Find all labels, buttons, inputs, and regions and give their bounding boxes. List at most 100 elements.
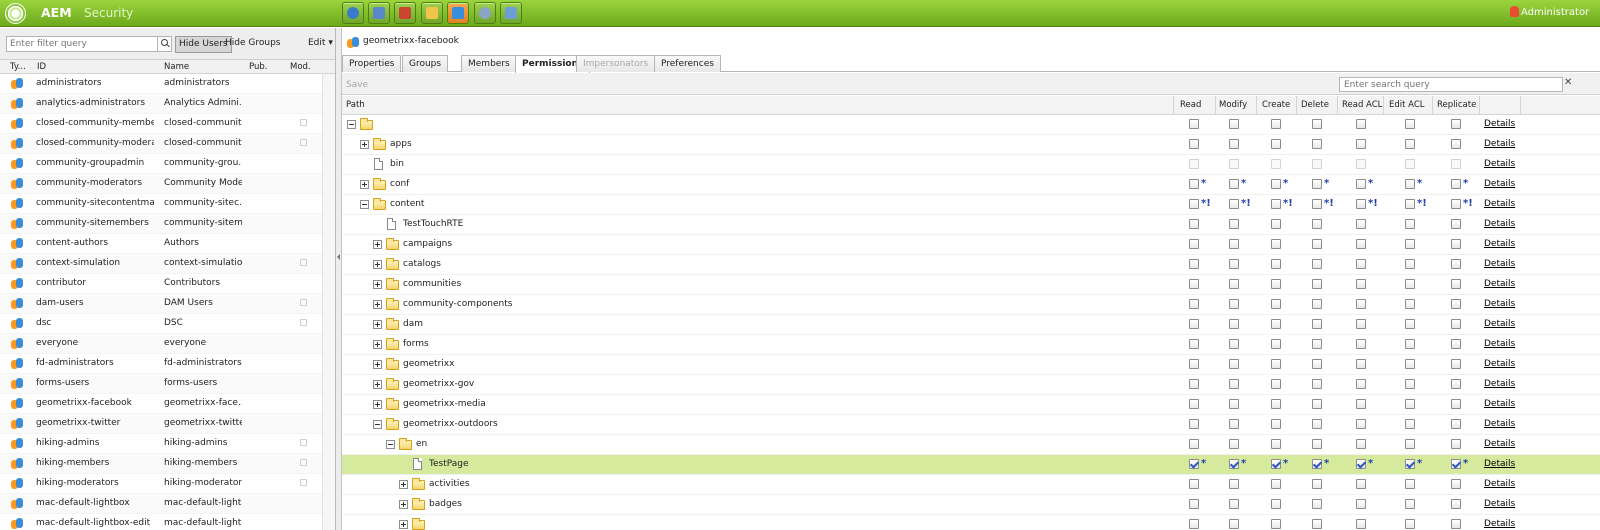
edit-acl-checkbox[interactable] bbox=[1405, 219, 1415, 229]
read-checkbox[interactable] bbox=[1189, 459, 1199, 469]
details-link[interactable]: Details bbox=[1484, 339, 1515, 349]
details-link[interactable]: Details bbox=[1484, 199, 1515, 209]
read-checkbox[interactable] bbox=[1189, 219, 1199, 229]
node-name[interactable]: community-components bbox=[403, 299, 512, 309]
delete-checkbox[interactable] bbox=[1312, 339, 1322, 349]
modify-checkbox[interactable] bbox=[1229, 399, 1239, 409]
expand-icon[interactable] bbox=[399, 520, 408, 529]
read-checkbox[interactable] bbox=[1189, 359, 1199, 369]
tagging-icon[interactable] bbox=[500, 2, 522, 24]
read-acl-checkbox[interactable] bbox=[1356, 419, 1366, 429]
column-divider[interactable] bbox=[1432, 96, 1433, 115]
tree-row[interactable]: TestPage * * * * * * * Details bbox=[342, 455, 1600, 475]
details-link[interactable]: Details bbox=[1484, 299, 1515, 309]
node-name[interactable]: apps bbox=[390, 139, 412, 149]
edit-acl-checkbox[interactable] bbox=[1405, 479, 1415, 489]
details-link[interactable]: Details bbox=[1484, 159, 1515, 169]
read-acl-checkbox[interactable] bbox=[1356, 399, 1366, 409]
list-item[interactable]: dsc DSC bbox=[0, 314, 322, 334]
modify-checkbox[interactable] bbox=[1229, 259, 1239, 269]
details-link[interactable]: Details bbox=[1484, 359, 1515, 369]
list-item[interactable]: community-moderators Community Mode... bbox=[0, 174, 322, 194]
delete-checkbox[interactable] bbox=[1312, 419, 1322, 429]
col-create[interactable]: Create bbox=[1262, 100, 1290, 110]
details-link[interactable]: Details bbox=[1484, 179, 1515, 189]
expand-icon[interactable] bbox=[360, 180, 369, 189]
node-name[interactable]: content bbox=[390, 199, 424, 209]
create-checkbox[interactable] bbox=[1271, 199, 1281, 209]
tree-row[interactable]: geometrixx-media Details bbox=[342, 395, 1600, 415]
tree-row[interactable]: campaigns Details bbox=[342, 235, 1600, 255]
create-checkbox[interactable] bbox=[1271, 359, 1281, 369]
list-item[interactable]: community-sitecontentman... community-sit… bbox=[0, 194, 322, 214]
list-item[interactable]: context-simulation context-simulation bbox=[0, 254, 322, 274]
read-acl-checkbox[interactable] bbox=[1356, 219, 1366, 229]
tab-groups[interactable]: Groups bbox=[402, 55, 449, 72]
col-delete[interactable]: Delete bbox=[1301, 100, 1329, 110]
details-link[interactable]: Details bbox=[1484, 499, 1515, 509]
read-checkbox[interactable] bbox=[1189, 479, 1199, 489]
node-name[interactable]: communities bbox=[403, 279, 461, 289]
filter-input[interactable] bbox=[6, 36, 158, 52]
delete-checkbox[interactable] bbox=[1312, 299, 1322, 309]
tree-row[interactable]: apps Details bbox=[342, 135, 1600, 155]
list-item[interactable]: dam-users DAM Users bbox=[0, 294, 322, 314]
collapse-arrow-icon[interactable] bbox=[337, 254, 340, 260]
list-item[interactable]: contributor Contributors bbox=[0, 274, 322, 294]
collapse-icon[interactable] bbox=[386, 440, 395, 449]
read-acl-checkbox[interactable] bbox=[1356, 179, 1366, 189]
expand-icon[interactable] bbox=[373, 320, 382, 329]
read-checkbox[interactable] bbox=[1189, 499, 1199, 509]
read-acl-checkbox[interactable] bbox=[1356, 259, 1366, 269]
column-divider[interactable] bbox=[1215, 96, 1216, 115]
details-link[interactable]: Details bbox=[1484, 259, 1515, 269]
delete-checkbox[interactable] bbox=[1312, 519, 1322, 529]
modify-checkbox[interactable] bbox=[1229, 459, 1239, 469]
edit-acl-checkbox[interactable] bbox=[1405, 399, 1415, 409]
list-item[interactable]: geometrixx-twitter geometrixx-twitter bbox=[0, 414, 322, 434]
tree-row[interactable]: catalogs Details bbox=[342, 255, 1600, 275]
tab-properties[interactable]: Properties bbox=[342, 55, 402, 72]
create-checkbox[interactable] bbox=[1271, 219, 1281, 229]
node-name[interactable]: badges bbox=[429, 499, 462, 509]
read-acl-checkbox[interactable] bbox=[1356, 519, 1366, 529]
create-checkbox[interactable] bbox=[1271, 139, 1281, 149]
search-input[interactable] bbox=[1339, 77, 1563, 92]
tree-row[interactable]: bin Details bbox=[342, 155, 1600, 175]
delete-checkbox[interactable] bbox=[1312, 459, 1322, 469]
close-icon[interactable]: ✕ bbox=[1564, 77, 1572, 88]
delete-checkbox[interactable] bbox=[1312, 399, 1322, 409]
tree-row[interactable]: dam Details bbox=[342, 315, 1600, 335]
tab-preferences[interactable]: Preferences bbox=[654, 55, 721, 72]
delete-checkbox[interactable] bbox=[1312, 279, 1322, 289]
node-name[interactable]: TestTouchRTE bbox=[403, 219, 463, 229]
read-acl-checkbox[interactable] bbox=[1356, 279, 1366, 289]
column-divider[interactable] bbox=[1479, 96, 1480, 115]
read-checkbox[interactable] bbox=[1189, 239, 1199, 249]
edit-acl-checkbox[interactable] bbox=[1405, 299, 1415, 309]
tree-row[interactable]: geometrixx Details bbox=[342, 355, 1600, 375]
read-checkbox[interactable] bbox=[1189, 519, 1199, 529]
replicate-checkbox[interactable] bbox=[1451, 119, 1461, 129]
replicate-checkbox[interactable] bbox=[1451, 259, 1461, 269]
create-checkbox[interactable] bbox=[1271, 379, 1281, 389]
col-replicate[interactable]: Replicate bbox=[1437, 100, 1476, 110]
tree-row[interactable]: en Details bbox=[342, 435, 1600, 455]
read-acl-checkbox[interactable] bbox=[1356, 119, 1366, 129]
create-checkbox[interactable] bbox=[1271, 179, 1281, 189]
replicate-checkbox[interactable] bbox=[1451, 199, 1461, 209]
details-link[interactable]: Details bbox=[1484, 119, 1515, 129]
col-pub[interactable]: Pub. bbox=[249, 62, 267, 72]
campaigns-icon[interactable] bbox=[394, 2, 416, 24]
replicate-checkbox[interactable] bbox=[1451, 359, 1461, 369]
edit-acl-checkbox[interactable] bbox=[1405, 439, 1415, 449]
column-divider[interactable] bbox=[1173, 96, 1174, 115]
node-name[interactable]: forms bbox=[403, 339, 429, 349]
node-name[interactable]: dam bbox=[403, 319, 423, 329]
read-acl-checkbox[interactable] bbox=[1356, 439, 1366, 449]
edit-acl-checkbox[interactable] bbox=[1405, 379, 1415, 389]
replicate-checkbox[interactable] bbox=[1451, 139, 1461, 149]
delete-checkbox[interactable] bbox=[1312, 239, 1322, 249]
edit-acl-checkbox[interactable] bbox=[1405, 199, 1415, 209]
read-checkbox[interactable] bbox=[1189, 259, 1199, 269]
